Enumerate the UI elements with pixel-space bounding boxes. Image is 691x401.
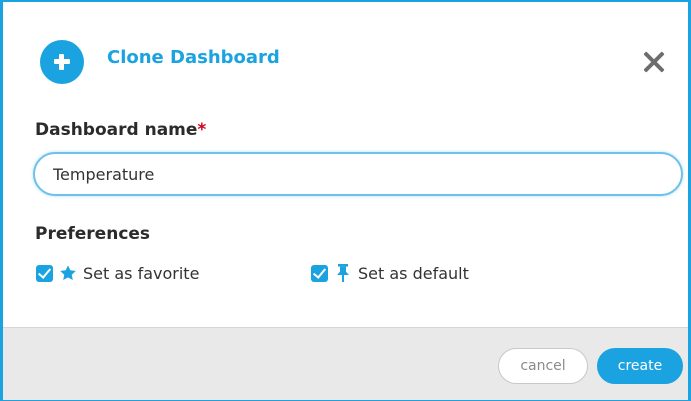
favorite-checkbox[interactable]	[36, 264, 53, 282]
pin-icon	[334, 264, 352, 282]
set-as-favorite-option[interactable]: Set as favorite	[36, 262, 199, 284]
default-label: Set as default	[358, 263, 469, 283]
favorite-label: Set as favorite	[83, 263, 200, 283]
default-checkbox[interactable]	[311, 264, 328, 282]
required-marker: *	[197, 120, 207, 140]
dialog-title: Clone Dashboard	[107, 47, 280, 68]
close-icon[interactable]	[643, 51, 665, 73]
dashboard-name-label-text: Dashboard name	[35, 120, 198, 140]
set-as-default-option[interactable]: Set as default	[311, 262, 469, 284]
cancel-button[interactable]: cancel	[498, 348, 588, 384]
dialog-header: Clone Dashboard	[3, 2, 688, 117]
dashboard-name-label: Dashboard name*	[35, 120, 206, 140]
dialog-footer: cancel create	[3, 327, 688, 400]
create-button[interactable]: create	[597, 348, 683, 384]
dashboard-name-input[interactable]	[33, 152, 683, 196]
preferences-label: Preferences	[35, 224, 151, 244]
clone-dashboard-dialog: Clone Dashboard Dashboard name* Preferen…	[0, 0, 691, 401]
plus-circle-icon	[40, 40, 84, 84]
star-icon	[59, 264, 77, 282]
